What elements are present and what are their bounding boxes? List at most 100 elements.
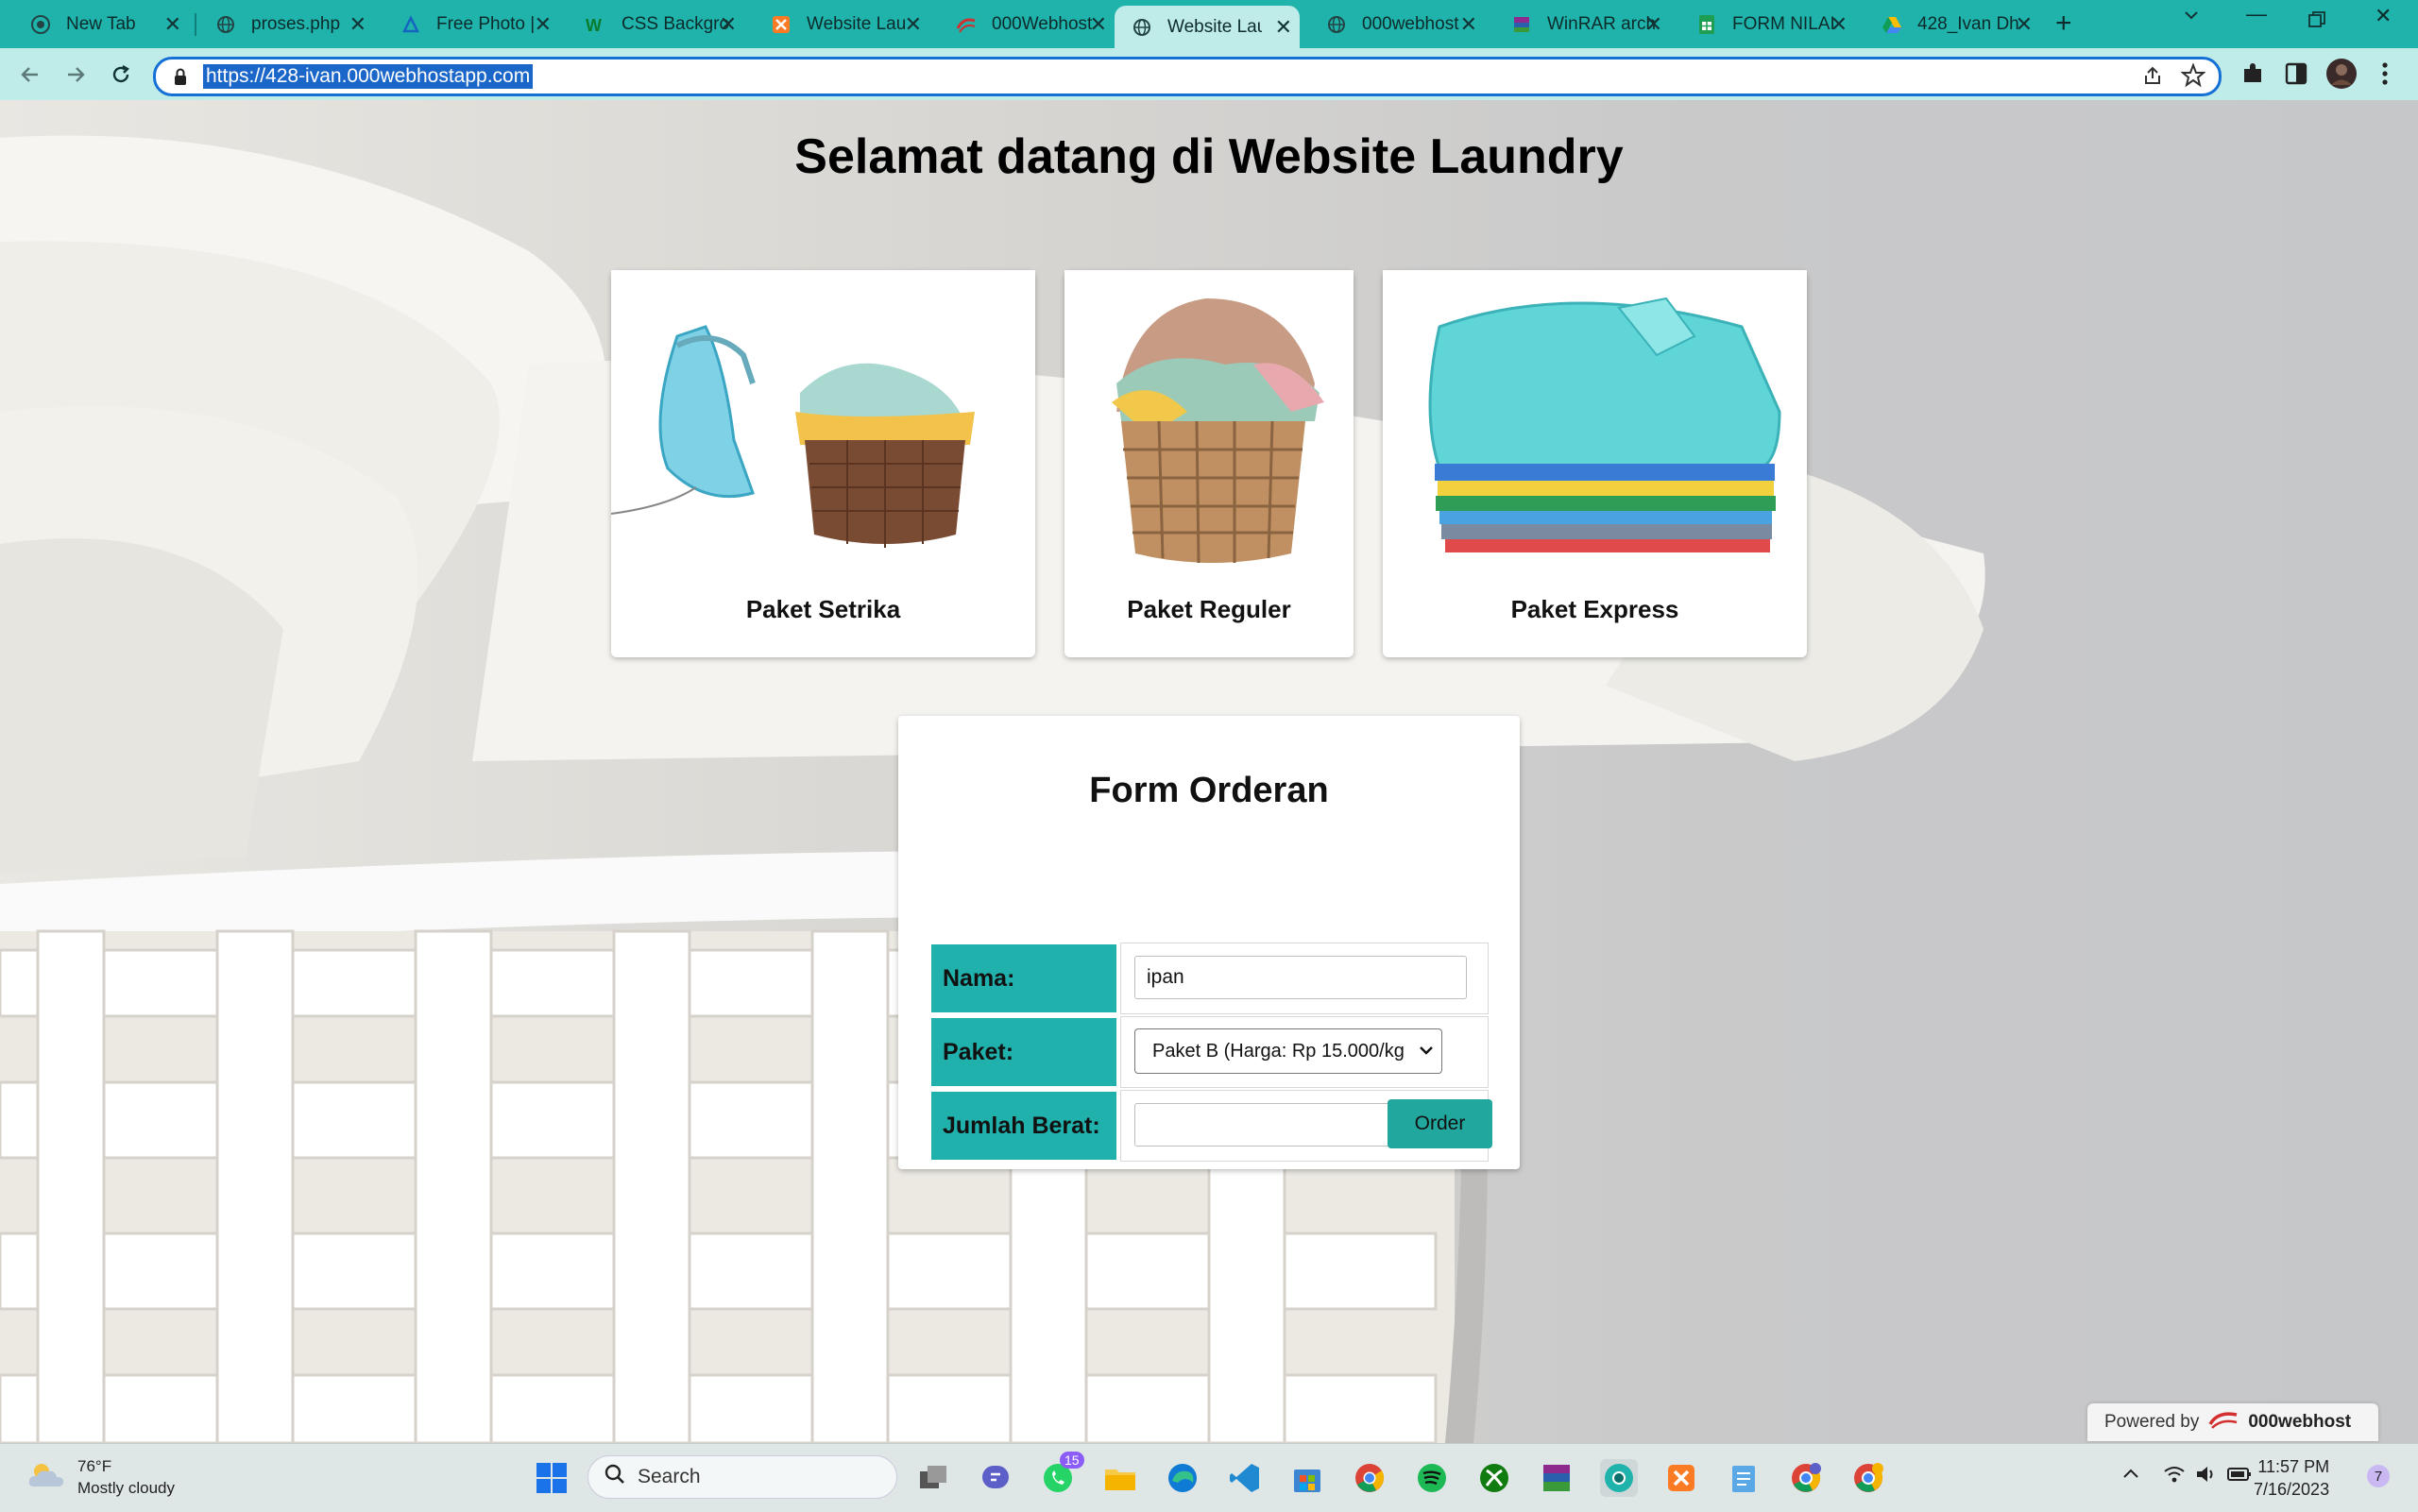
close-window-button[interactable]: ✕ [2375,4,2392,28]
vscode-icon[interactable] [1226,1459,1264,1497]
card-paket-express[interactable]: Paket Express [1383,270,1807,657]
close-icon[interactable]: ✕ [164,12,181,37]
kebab-menu-icon[interactable] [2380,61,2390,91]
close-icon[interactable]: ✕ [905,12,922,37]
chrome-profile-icon-2[interactable] [1849,1459,1887,1497]
tab-proses[interactable]: proses.php ✕ [185,8,374,41]
tab-website-laundry-active[interactable]: Website Lau ✕ [1115,6,1300,48]
notification-count-badge[interactable]: 7 [2367,1465,2390,1487]
card-paket-setrika[interactable]: Paket Setrika [611,270,1035,657]
address-bar[interactable]: https://428-ivan.000webhostapp.com [153,57,2222,96]
tab-css-background[interactable]: W CSS Backgro ✕ [555,8,744,41]
powered-by-text: Powered by [2104,1412,2200,1432]
windows-start-icon[interactable] [533,1459,570,1497]
tab-search-icon[interactable] [2182,6,2201,30]
lock-icon[interactable] [173,67,188,91]
form-row-nama: Nama: ipan [929,943,1489,1014]
notepad-icon[interactable] [1725,1459,1762,1497]
winrar-taskbar-icon[interactable] [1538,1459,1575,1497]
new-tab-button[interactable]: + [2055,8,2072,40]
search-icon [604,1463,626,1491]
nama-input[interactable]: ipan [1134,956,1467,999]
close-icon[interactable]: ✕ [535,12,552,37]
close-icon[interactable]: ✕ [1090,12,1107,37]
close-icon[interactable]: ✕ [1275,15,1292,40]
clock-time: 11:57 PM [2257,1457,2330,1476]
chrome-active-icon[interactable] [1600,1459,1638,1497]
reload-button[interactable] [104,58,138,92]
card-label: Paket Setrika [745,595,901,623]
close-icon[interactable]: ✕ [1460,12,1477,37]
browser-toolbar: https://428-ivan.000webhostapp.com [0,48,2418,100]
whatsapp-icon[interactable]: 15 [1039,1452,1084,1497]
close-icon[interactable]: ✕ [1831,12,1848,37]
winrar-icon [1511,14,1532,35]
xampp-icon[interactable] [1662,1459,1700,1497]
wifi-icon[interactable] [2163,1465,2186,1489]
freepik-icon [400,14,421,35]
clock-date: 7/16/2023 [2254,1480,2330,1499]
side-panel-icon[interactable] [2284,61,2308,91]
restore-button[interactable] [2308,9,2325,34]
tab-000webhost-1[interactable]: 000Webhost ✕ [926,8,1115,41]
share-icon[interactable] [2141,65,2164,93]
tab-title: Website Lau [1167,16,1262,37]
microsoft-store-icon[interactable] [1288,1459,1326,1497]
tab-new-tab[interactable]: New Tab ✕ [0,8,189,41]
close-icon[interactable]: ✕ [2016,12,2033,37]
close-icon[interactable]: ✕ [1645,12,1662,37]
svg-text:W: W [586,16,602,34]
taskbar-search[interactable]: Search [587,1455,897,1499]
browser-tab-strip: New Tab ✕ proses.php ✕ Free Photo | ✕ W … [0,0,2418,48]
xbox-icon[interactable] [1475,1459,1513,1497]
extensions-icon[interactable] [2240,61,2265,91]
volume-icon[interactable] [2195,1465,2218,1489]
tab-title: Free Photo | [436,14,536,34]
page-title: Selamat datang di Website Laundry [794,129,1624,184]
profile-avatar[interactable] [2325,58,2358,94]
back-button[interactable] [13,58,47,92]
tab-website-laundry-1[interactable]: Website Lau ✕ [741,8,929,41]
windows-taskbar: 76°F Mostly cloudy Search 15 11:57 PM 7/… [0,1443,2418,1512]
teams-chat-icon[interactable] [977,1459,1014,1497]
chevron-down-icon [1419,1029,1434,1073]
globe-icon [1132,17,1152,38]
close-icon[interactable]: ✕ [349,12,366,37]
tab-000webhost-2[interactable]: 000webhost ✕ [1296,8,1485,41]
globe-icon [215,14,236,35]
spotify-icon[interactable] [1413,1459,1451,1497]
card-paket-reguler[interactable]: Paket Reguler [1064,270,1354,657]
taskbar-clock[interactable]: 11:57 PM 7/16/2023 [2254,1455,2329,1501]
card-label: Paket Reguler [1127,595,1291,623]
tab-free-photo[interactable]: Free Photo | ✕ [370,8,559,41]
tab-form-nilai[interactable]: FORM NILAI ✕ [1666,8,1855,41]
paket-cell: Paket B (Harga: Rp 15.000/kg [1120,1016,1489,1088]
powered-by-badge[interactable]: Powered by 000webhost [2087,1403,2378,1441]
chrome-profile-icon[interactable] [1787,1459,1825,1497]
minimize-button[interactable]: — [2246,2,2267,26]
paket-label: Paket: [931,1018,1116,1086]
000webhost-logo-icon [2208,1409,2240,1436]
task-view-icon[interactable] [914,1459,952,1497]
nama-cell: ipan [1120,943,1489,1014]
show-hidden-icons-chevron[interactable] [2121,1465,2140,1489]
tab-title: proses.php [251,14,341,34]
close-icon[interactable]: ✕ [720,12,737,37]
tab-title: 000webhost [1362,14,1459,34]
weather-widget[interactable]: 76°F Mostly cloudy [26,1455,175,1499]
url-text[interactable]: https://428-ivan.000webhostapp.com [203,64,534,89]
file-explorer-icon[interactable] [1101,1459,1139,1497]
paket-select[interactable]: Paket B (Harga: Rp 15.000/kg [1134,1028,1442,1074]
tab-winrar[interactable]: WinRAR arch ✕ [1481,8,1670,41]
order-button[interactable]: Order [1388,1099,1492,1148]
chrome-icon[interactable] [1351,1459,1388,1497]
tab-google-drive[interactable]: 428_Ivan Dh ✕ [1851,8,2040,41]
battery-icon[interactable] [2227,1465,2252,1489]
folded-shirts-image [1383,270,1807,582]
bookmark-star-icon[interactable] [2180,62,2206,93]
tab-title: FORM NILAI [1732,14,1835,34]
globe-icon [1326,14,1347,35]
forward-button[interactable] [59,58,93,92]
edge-icon[interactable] [1164,1459,1201,1497]
tab-title: New Tab [66,14,136,34]
